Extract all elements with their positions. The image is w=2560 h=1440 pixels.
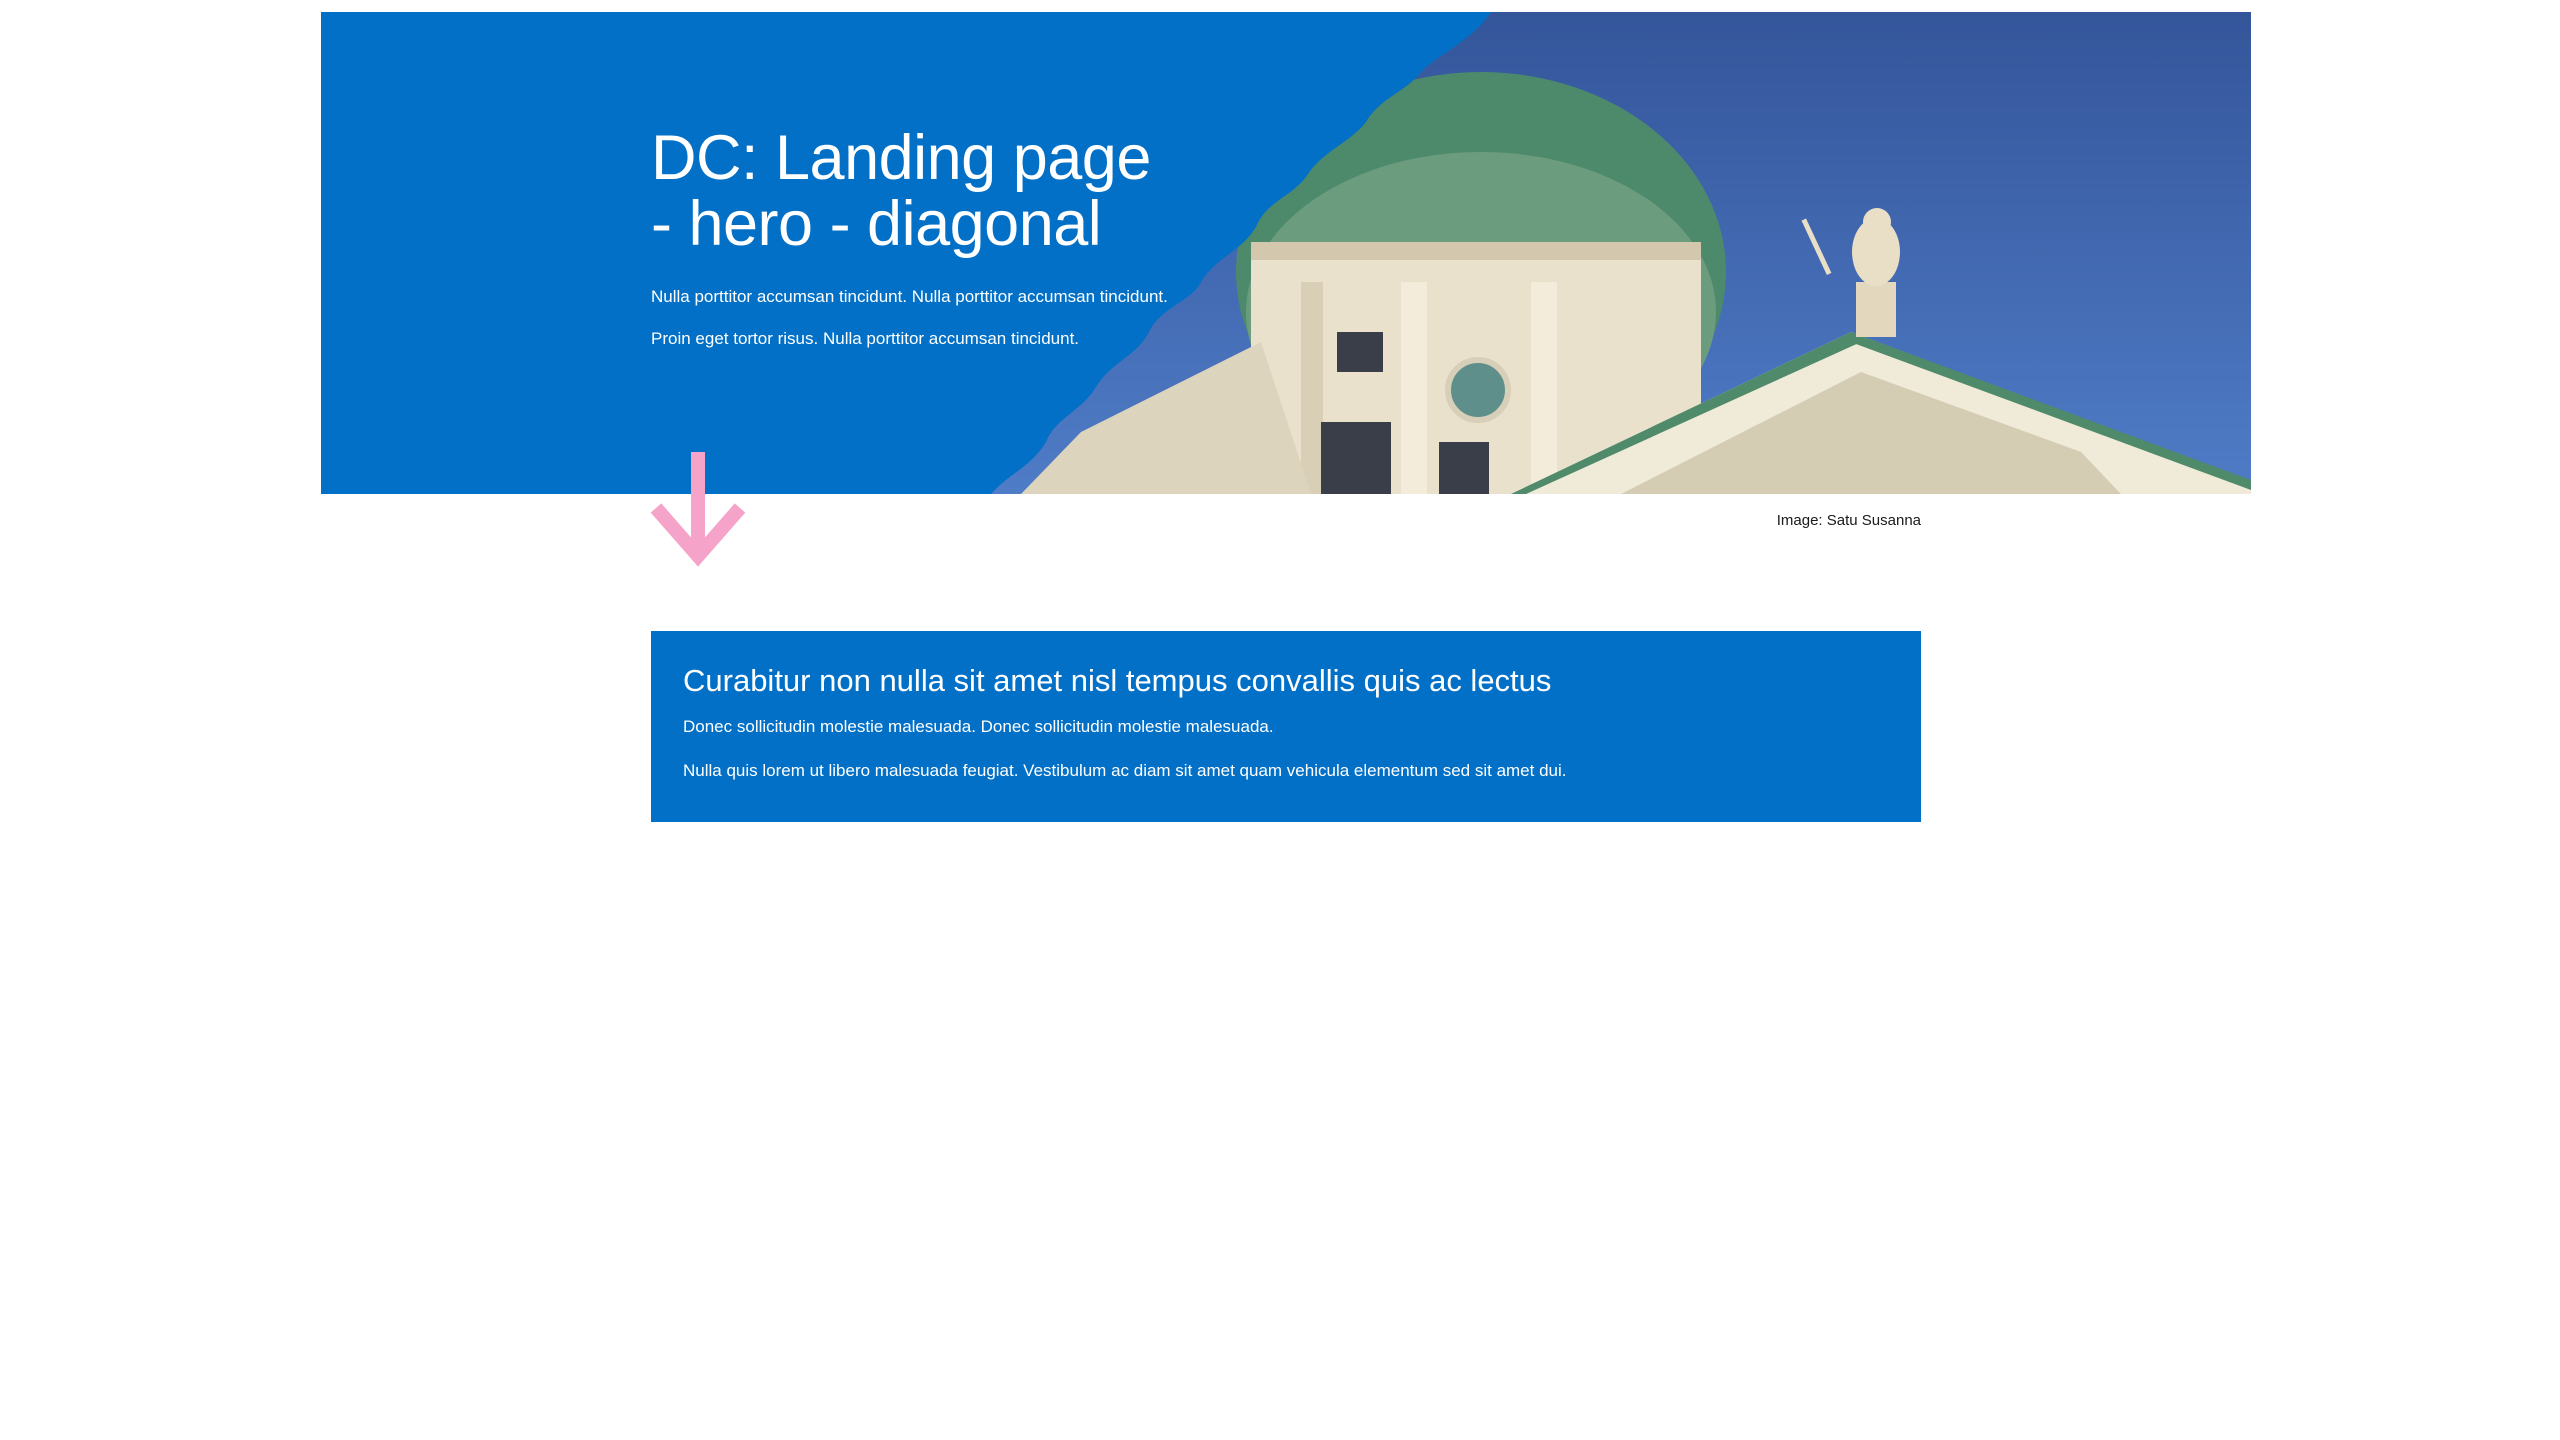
card-title: Curabitur non nulla sit amet nisl tempus… bbox=[683, 663, 1552, 698]
hero-title: DC: Landing page - hero - diagonal bbox=[651, 125, 1171, 257]
hero-text-block: DC: Landing page - hero - diagonal Nulla… bbox=[651, 125, 1171, 353]
hero-title-line-2: - hero - diagonal bbox=[651, 189, 1102, 259]
card-paragraph-1: Donec sollicitudin molestie malesuada. D… bbox=[683, 717, 1274, 736]
hero-paragraph-2: Proin eget tortor risus. Nulla porttitor… bbox=[651, 329, 1080, 348]
image-credit: Image: Satu Susanna bbox=[1776, 512, 1921, 529]
hero-paragraph-1: Nulla porttitor accumsan tincidunt. Null… bbox=[651, 287, 1168, 306]
info-card: Curabitur non nulla sit amet nisl tempus… bbox=[651, 631, 1921, 822]
hero-title-line-1: DC: Landing page bbox=[651, 123, 1151, 193]
card-paragraph-2: Nulla quis lorem ut libero malesuada feu… bbox=[683, 761, 1567, 780]
arrow-down-icon[interactable] bbox=[650, 452, 746, 568]
hero-image-cathedral bbox=[991, 12, 2251, 494]
hero-banner: DC: Landing page - hero - diagonal Nulla… bbox=[321, 12, 2251, 494]
